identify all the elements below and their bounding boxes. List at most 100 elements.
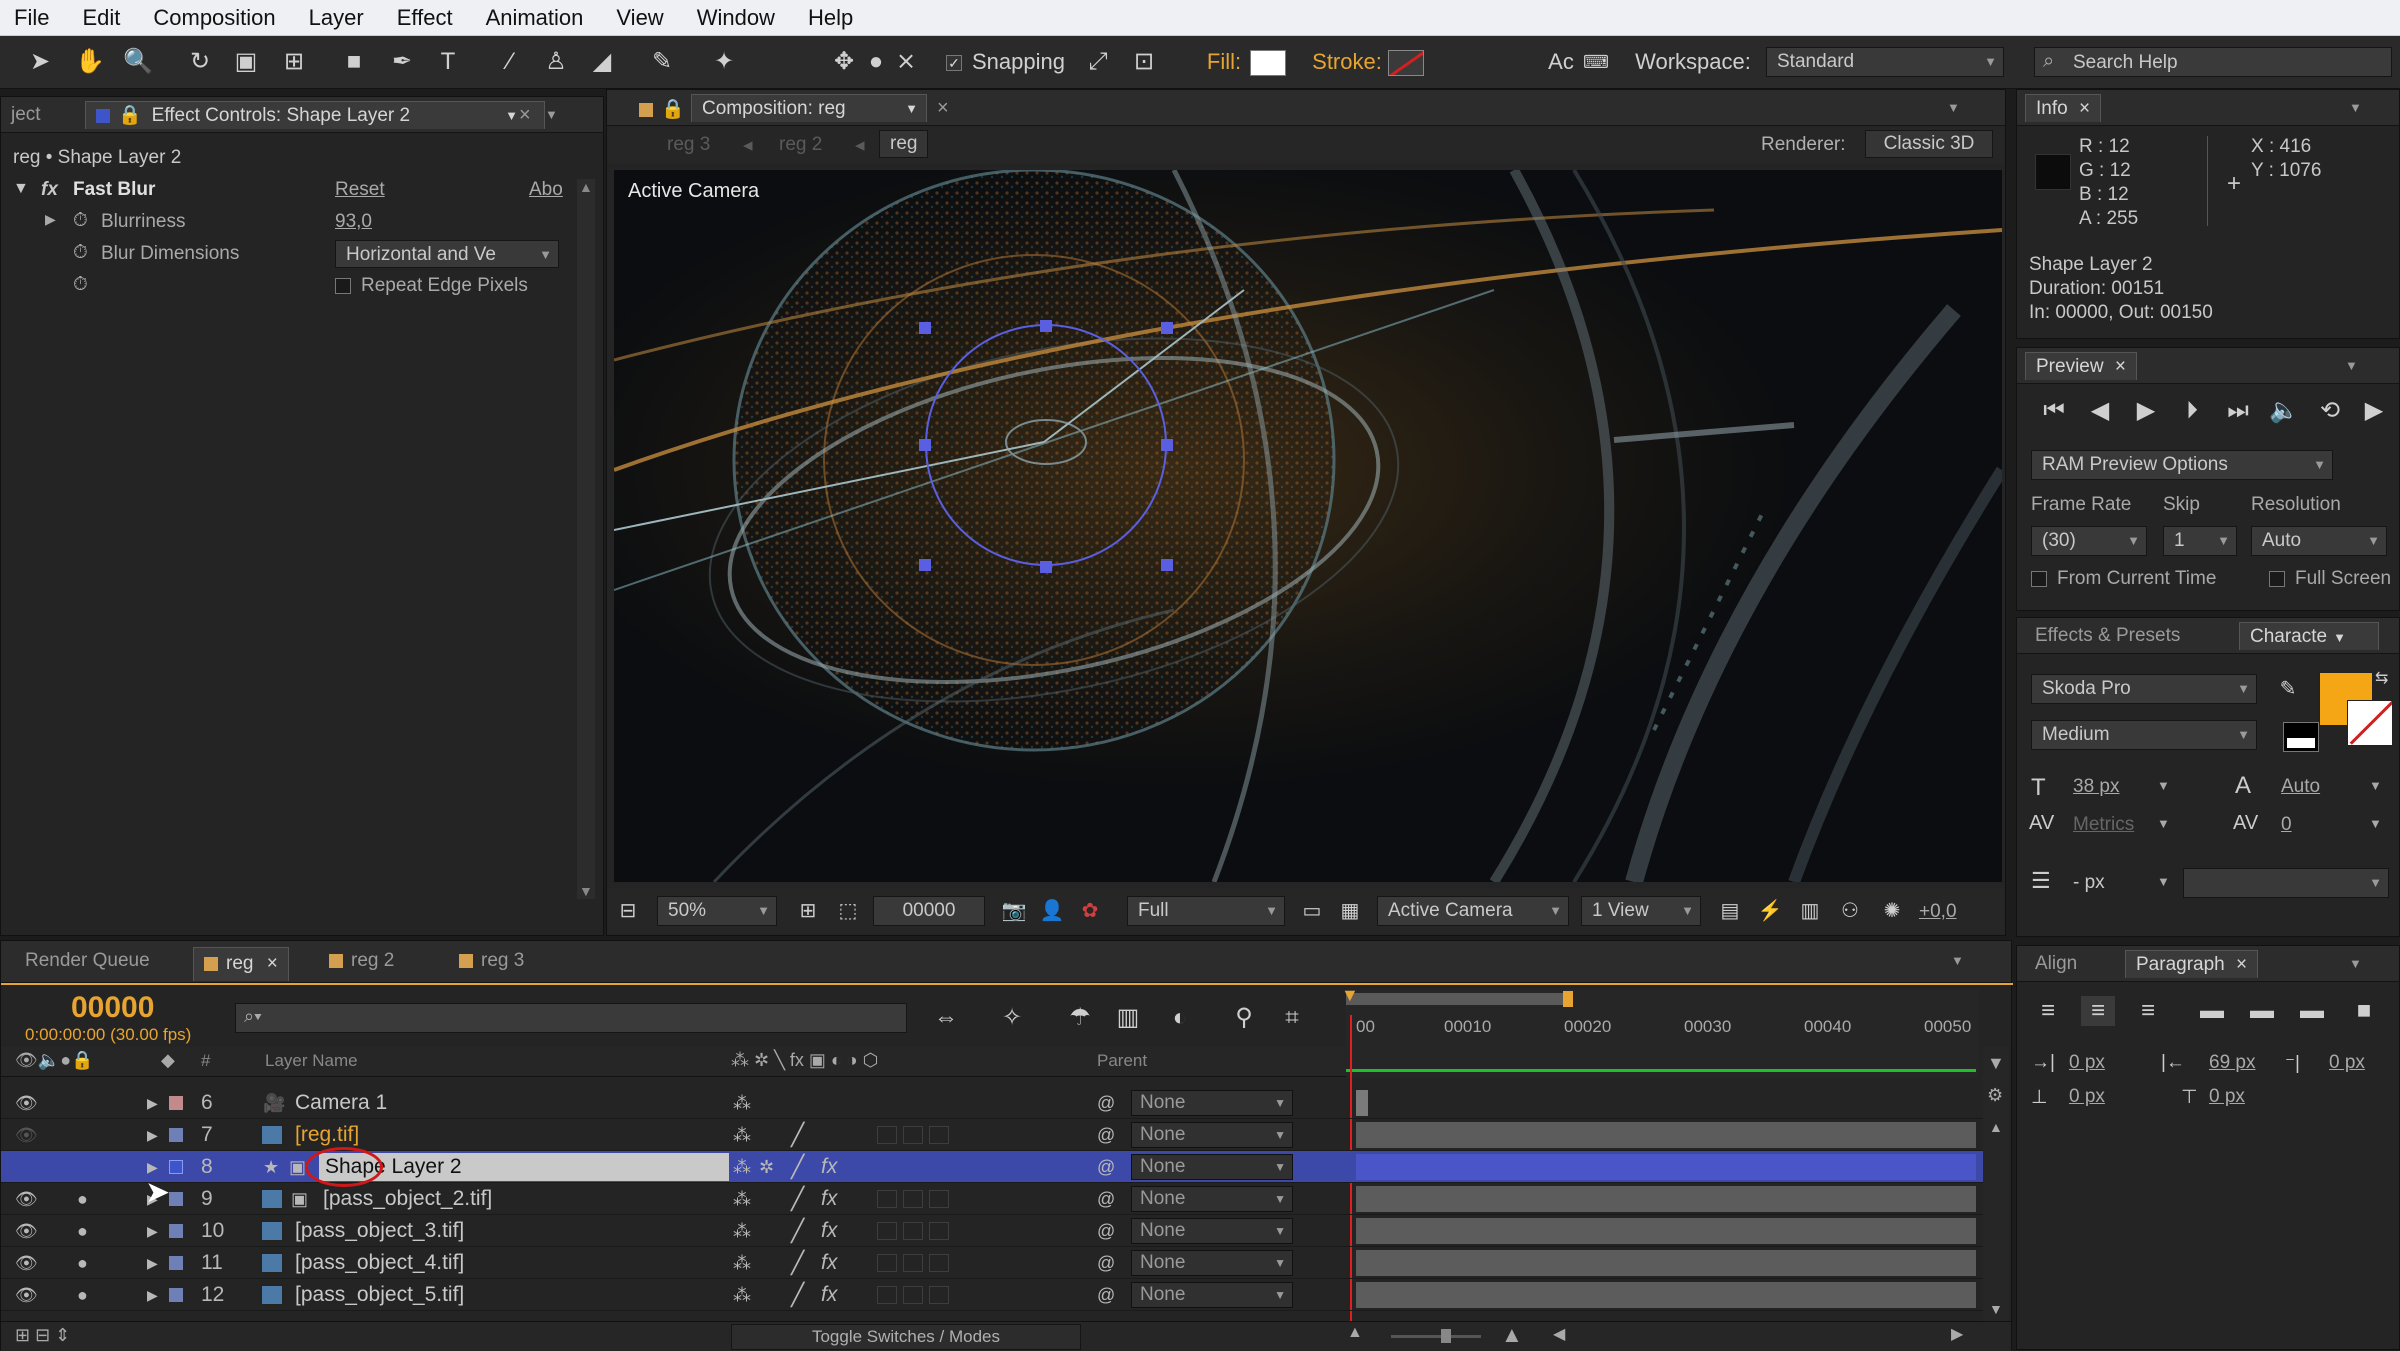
brainstorm-icon[interactable]: ⚲	[1227, 1003, 1261, 1033]
composition-tab[interactable]: Composition: reg ▼	[691, 94, 927, 122]
parent-dropdown[interactable]: None	[1131, 1218, 1293, 1244]
full-screen-checkbox[interactable]: Full Screen	[2269, 568, 2391, 590]
expand-triangle-icon[interactable]: ▶	[45, 211, 56, 228]
chevron-down-icon[interactable]: ▼	[2157, 778, 2170, 793]
eye-icon[interactable]: 👁	[15, 1183, 38, 1215]
align-tab[interactable]: Align	[2025, 950, 2087, 978]
chevron-down-icon[interactable]: ▼	[2157, 816, 2170, 831]
parent-dropdown[interactable]: None	[1131, 1250, 1293, 1276]
justify-center-icon[interactable]: ▬	[2245, 996, 2279, 1026]
fx-switch-icon[interactable]: fx	[821, 1151, 837, 1183]
pan-behind-tool-icon[interactable]: ⊞	[276, 45, 312, 79]
kerning-value[interactable]: Metrics	[2073, 814, 2134, 836]
switch-box[interactable]	[877, 1222, 897, 1240]
label-color[interactable]	[169, 1096, 183, 1110]
scroll-right-icon[interactable]: ▶	[1951, 1324, 1963, 1344]
stopwatch-icon[interactable]: ⏱	[73, 210, 88, 232]
crumb-reg[interactable]: reg	[879, 130, 929, 158]
layer-duration-bar[interactable]	[1356, 1154, 1976, 1180]
stroke-style-dropdown[interactable]	[2183, 868, 2389, 898]
current-time-display[interactable]: 00000	[71, 991, 154, 1025]
menu-file[interactable]: File	[14, 5, 49, 31]
fill-swatch[interactable]	[1250, 50, 1286, 76]
chevron-down-icon[interactable]: ▼	[2369, 816, 2382, 831]
transparency-grid-icon[interactable]: ▦	[1333, 896, 1367, 926]
solo-icon[interactable]: ●	[77, 1215, 88, 1247]
ram-preview-options-dropdown[interactable]: RAM Preview Options	[2031, 450, 2333, 480]
layer-name[interactable]: [pass_object_2.tif]	[323, 1183, 492, 1215]
character-tab[interactable]: Characte ▼	[2239, 622, 2379, 650]
rectangle-tool-icon[interactable]: ■	[336, 45, 372, 79]
work-area-end-handle[interactable]	[1563, 991, 1573, 1007]
pickwhip-icon[interactable]: @	[1097, 1279, 1115, 1311]
last-frame-icon[interactable]: ⏭	[2221, 396, 2255, 426]
stopwatch-icon[interactable]: ⏱	[73, 274, 88, 296]
graph-editor-icon[interactable]: ⌗	[1275, 1003, 1309, 1033]
skip-dropdown[interactable]: 1	[2163, 526, 2237, 556]
crumb-reg-2[interactable]: reg 2	[779, 134, 822, 156]
timeline-tab-reg-3[interactable]: reg 3	[449, 947, 534, 975]
scroll-up-icon[interactable]: ▲	[579, 179, 593, 195]
label-color[interactable]	[169, 1256, 183, 1270]
eye-icon[interactable]: 👁	[15, 1119, 38, 1151]
menu-animation[interactable]: Animation	[486, 5, 584, 31]
keyframe-nav-icon[interactable]: ▼	[1987, 1053, 2005, 1074]
leading-value[interactable]: Auto	[2281, 776, 2320, 798]
renderer-button[interactable]: Classic 3D	[1865, 130, 1993, 158]
camera-view-dropdown[interactable]: Active Camera	[1377, 896, 1569, 926]
view-layout-dropdown[interactable]: 1 View	[1581, 896, 1701, 926]
audio-icon[interactable]: 🔈	[2267, 396, 2301, 426]
snap-edges-icon[interactable]: ⤢	[1080, 45, 1116, 79]
about-link[interactable]: Abo	[529, 179, 563, 201]
zoom-slider-handle[interactable]	[1441, 1329, 1451, 1343]
eye-icon[interactable]: 👁	[15, 1215, 38, 1247]
stopwatch-icon[interactable]: ⏱	[73, 242, 88, 264]
hand-tool-icon[interactable]: ✋	[72, 45, 108, 79]
switch-box[interactable]	[903, 1286, 923, 1304]
default-colors-icon[interactable]	[2283, 722, 2319, 752]
zoom-in-icon[interactable]: ▲	[1501, 1322, 1523, 1348]
quality-switch-icon[interactable]: ╱	[791, 1151, 804, 1183]
pickwhip-icon[interactable]: @	[1097, 1119, 1115, 1151]
shy-switch-icon[interactable]: ⁂	[733, 1215, 751, 1247]
switch-box[interactable]	[877, 1286, 897, 1304]
panel-menu-icon[interactable]: ▼	[2335, 352, 2368, 380]
switch-box[interactable]	[903, 1126, 923, 1144]
footer-toggle-icons[interactable]: ⊞ ⊟ ⇕	[15, 1325, 70, 1346]
fx-icon[interactable]: fx	[41, 179, 58, 201]
comp-button-icon[interactable]: ⚙	[1987, 1085, 2003, 1106]
puppet-pin-tool-icon[interactable]: ✦	[706, 45, 742, 79]
shy-switch-icon[interactable]: ⁂	[733, 1151, 751, 1183]
type-tool-icon[interactable]: T	[430, 45, 466, 79]
solo-icon[interactable]: ●	[77, 1183, 88, 1215]
fx-switch-icon[interactable]: fx	[821, 1183, 837, 1215]
parent-dropdown[interactable]: None	[1131, 1090, 1293, 1116]
channels-icon[interactable]: ✿	[1073, 896, 1107, 926]
close-icon[interactable]: ×	[2115, 356, 2126, 377]
close-icon[interactable]: ×	[2079, 98, 2090, 119]
fx-switch-icon[interactable]: fx	[821, 1279, 837, 1311]
layer-name-column-header[interactable]: Layer Name	[265, 1051, 358, 1071]
indent-left-value[interactable]: 0 px	[2069, 1052, 2105, 1074]
space-after-value[interactable]: 0 px	[2209, 1086, 2245, 1108]
snap-features-icon[interactable]: ⊡	[1126, 45, 1162, 79]
layer-name[interactable]: [reg.tif]	[295, 1119, 359, 1151]
show-snapshot-icon[interactable]: 👤	[1035, 896, 1069, 926]
layer-duration-bar[interactable]	[1356, 1090, 1368, 1116]
composition-mini-flowchart-icon[interactable]: ⇔	[929, 1003, 963, 1033]
snapping-toggle[interactable]: ✓ Snapping	[946, 45, 1076, 79]
pickwhip-icon[interactable]: @	[1097, 1183, 1115, 1215]
quality-switch-icon[interactable]: ╱	[791, 1247, 804, 1279]
expand-triangle-icon[interactable]: ▶	[147, 1215, 158, 1247]
switch-box[interactable]	[877, 1254, 897, 1272]
fx-switch-icon[interactable]: fx	[821, 1215, 837, 1247]
font-style-dropdown[interactable]: Medium	[2031, 720, 2257, 750]
eraser-tool-icon[interactable]: ◢	[584, 45, 620, 79]
project-tab[interactable]: ject	[1, 101, 51, 129]
layer-name[interactable]: [pass_object_4.tif]	[295, 1247, 464, 1279]
toggle-pixel-aspect-icon[interactable]: ▤	[1713, 896, 1747, 926]
swap-colors-icon[interactable]: ⇆	[2375, 668, 2388, 688]
indent-first-value[interactable]: 0 px	[2329, 1052, 2365, 1074]
timeline-scrollbar[interactable]: ▼ ⚙ ▲ ▼	[1983, 1047, 2009, 1321]
parent-dropdown[interactable]: None	[1131, 1154, 1293, 1180]
